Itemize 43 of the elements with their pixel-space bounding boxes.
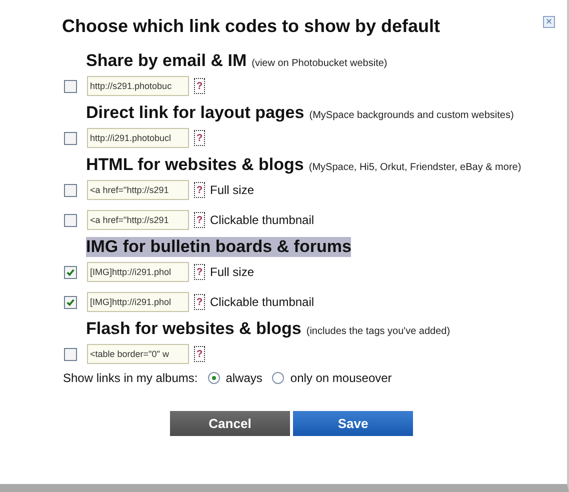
radio-label: only on mouseover <box>290 371 392 385</box>
checkbox[interactable] <box>64 132 77 144</box>
help-link[interactable]: ? <box>194 78 205 94</box>
dialog-title: Choose which link codes to show by default <box>62 16 440 37</box>
help-link[interactable]: ? <box>194 130 205 146</box>
section-note: (view on Photobucket website) <box>252 58 388 69</box>
code-field[interactable]: <table border="0" w <box>87 344 189 364</box>
cancel-button[interactable]: Cancel <box>170 411 290 436</box>
checkbox[interactable] <box>64 296 77 308</box>
help-link[interactable]: ? <box>194 264 205 280</box>
save-button[interactable]: Save <box>293 411 413 436</box>
radio-label: always <box>226 371 262 385</box>
code-field[interactable]: [IMG]http://i291.phol <box>87 262 189 282</box>
help-link[interactable]: ? <box>194 182 205 198</box>
option-label: Clickable thumbnail <box>210 295 314 309</box>
code-field[interactable]: [IMG]http://i291.phol <box>87 292 189 312</box>
close-button[interactable]: × <box>543 16 555 28</box>
checkbox[interactable] <box>64 348 77 360</box>
radio-button[interactable] <box>272 372 284 384</box>
section-note: (includes the tags you've added) <box>306 326 450 337</box>
checkbox[interactable] <box>64 214 77 226</box>
option-label: Full size <box>210 183 254 197</box>
section-heading: HTML for websites & blogs <box>86 155 304 175</box>
checkbox[interactable] <box>64 266 77 278</box>
show-links-label: Show links in my albums: <box>63 371 198 385</box>
code-field[interactable]: http://i291.photobucl <box>87 128 189 148</box>
code-field[interactable]: <a href="http://s291 <box>87 180 189 200</box>
section-heading: Flash for websites & blogs <box>86 319 302 339</box>
radio-button[interactable] <box>208 372 220 384</box>
help-link[interactable]: ? <box>194 294 205 310</box>
help-link[interactable]: ? <box>194 212 205 228</box>
code-field[interactable]: http://s291.photobuc <box>87 76 189 96</box>
option-label: Clickable thumbnail <box>210 213 314 227</box>
option-label: Full size <box>210 265 254 279</box>
checkbox[interactable] <box>64 80 77 92</box>
section-heading: Direct link for layout pages <box>86 103 304 123</box>
section-heading: IMG for bulletin boards & forums <box>86 237 352 257</box>
code-field[interactable]: <a href="http://s291 <box>87 210 189 230</box>
checkbox[interactable] <box>64 184 77 196</box>
help-link[interactable]: ? <box>194 346 205 362</box>
section-note: (MySpace backgrounds and custom websites) <box>309 110 514 121</box>
section-heading: Share by email & IM <box>86 51 247 71</box>
section-note: (MySpace, Hi5, Orkut, Friendster, eBay & more) <box>308 162 522 173</box>
